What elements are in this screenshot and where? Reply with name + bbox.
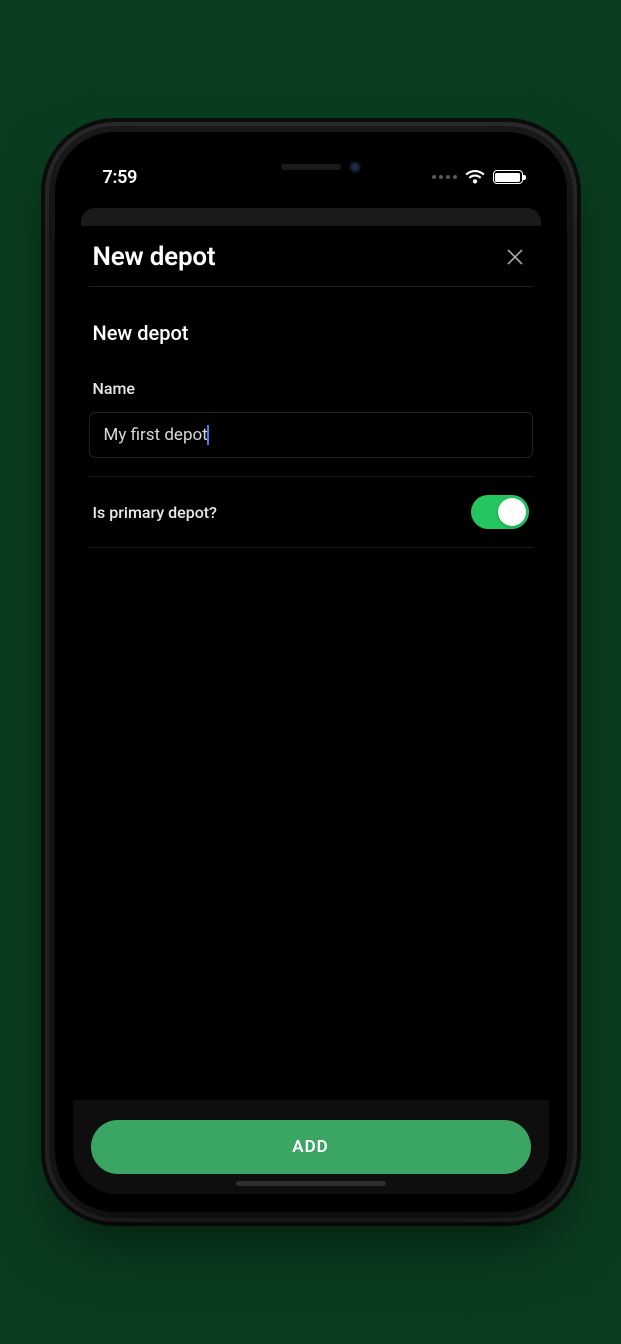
backdrop-sheet-peek: [81, 208, 541, 226]
name-field-label: Name: [93, 379, 529, 398]
footer: ADD: [73, 1100, 549, 1194]
status-indicators: [432, 170, 523, 184]
primary-depot-label: Is primary depot?: [93, 503, 217, 522]
name-input-wrap: [89, 412, 533, 458]
status-time: 7:59: [103, 167, 138, 188]
front-camera: [349, 161, 361, 173]
section-header: New depot: [93, 321, 529, 345]
primary-depot-row: Is primary depot?: [89, 477, 533, 548]
wifi-icon: [465, 170, 485, 184]
recording-dots-icon: [432, 175, 457, 179]
close-icon: [505, 247, 525, 267]
screen: 7:59 New depot: [73, 150, 549, 1194]
modal-sheet: New depot New depot Name Is primary depo…: [73, 226, 549, 1194]
primary-depot-switch[interactable]: [471, 495, 529, 529]
home-indicator[interactable]: [236, 1181, 386, 1186]
phone-frame: 7:59 New depot: [55, 132, 567, 1212]
name-input[interactable]: [89, 412, 533, 458]
battery-icon: [493, 170, 523, 184]
sheet-title: New depot: [93, 242, 216, 272]
notch: [206, 150, 416, 184]
sheet-header: New depot: [89, 226, 533, 287]
add-button[interactable]: ADD: [91, 1120, 531, 1174]
speaker-grille: [281, 164, 341, 170]
spacer: [89, 548, 533, 1100]
switch-knob: [498, 498, 526, 526]
close-button[interactable]: [501, 243, 529, 271]
